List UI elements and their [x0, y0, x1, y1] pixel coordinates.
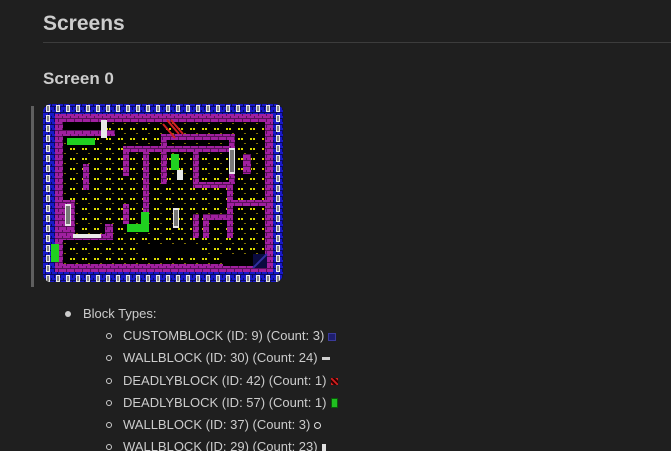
bullet-circle	[106, 422, 112, 429]
block-type-text: DEADLYBLOCK (ID: 42) (Count: 1)	[123, 372, 327, 388]
green-block-icon	[330, 398, 338, 409]
block-type-text: WALLBLOCK (ID: 37) (Count: 3)	[123, 417, 311, 433]
page-title: Screens	[43, 12, 125, 35]
blockquote-bar	[31, 106, 34, 287]
white-bar-block-icon	[321, 444, 326, 451]
block-type-text: WALLBLOCK (ID: 30) (Count: 24)	[123, 350, 318, 366]
bullet-circle	[106, 444, 112, 451]
block-type-text: WALLBLOCK (ID: 29) (Count: 23)	[123, 439, 318, 451]
bullet-circle	[106, 333, 112, 339]
bullet-circle	[106, 399, 112, 406]
white-dash-block-icon	[321, 357, 330, 361]
block-type-item: CUSTOMBLOCK (ID: 9) (Count: 3)	[105, 325, 338, 347]
block-type-text: CUSTOMBLOCK (ID: 9) (Count: 3)	[123, 328, 325, 343]
page: Screens Screen 0 Block Types: CUSTOMBLOC…	[0, 0, 671, 451]
title-divider	[43, 42, 671, 43]
dark-blue-block-icon	[328, 332, 337, 341]
list-item: Block Types: CUSTOMBLOCK (ID: 9) (Count:…	[65, 303, 338, 451]
white-curl-block-icon	[314, 422, 322, 430]
bullet-disc	[65, 311, 71, 317]
block-type-item: WALLBLOCK (ID: 37) (Count: 3)	[105, 414, 338, 436]
block-types-sublist: CUSTOMBLOCK (ID: 9) (Count: 3) WALLBLOCK…	[105, 325, 338, 451]
red-hatch-block-icon	[330, 377, 338, 385]
block-types-label: Block Types:	[83, 306, 157, 321]
screen-0-image	[43, 104, 283, 282]
block-type-item: DEADLYBLOCK (ID: 42) (Count: 1)	[105, 370, 338, 392]
block-types-list: Block Types: CUSTOMBLOCK (ID: 9) (Count:…	[65, 303, 338, 451]
block-type-text: DEADLYBLOCK (ID: 57) (Count: 1)	[123, 394, 327, 410]
section-title: Screen 0	[43, 69, 114, 88]
bullet-circle	[106, 377, 112, 384]
bullet-circle	[106, 355, 112, 362]
block-type-item: DEADLYBLOCK (ID: 57) (Count: 1)	[105, 392, 338, 414]
block-type-item: WALLBLOCK (ID: 30) (Count: 24)	[105, 347, 338, 369]
block-type-item: WALLBLOCK (ID: 29) (Count: 23)	[105, 436, 338, 451]
